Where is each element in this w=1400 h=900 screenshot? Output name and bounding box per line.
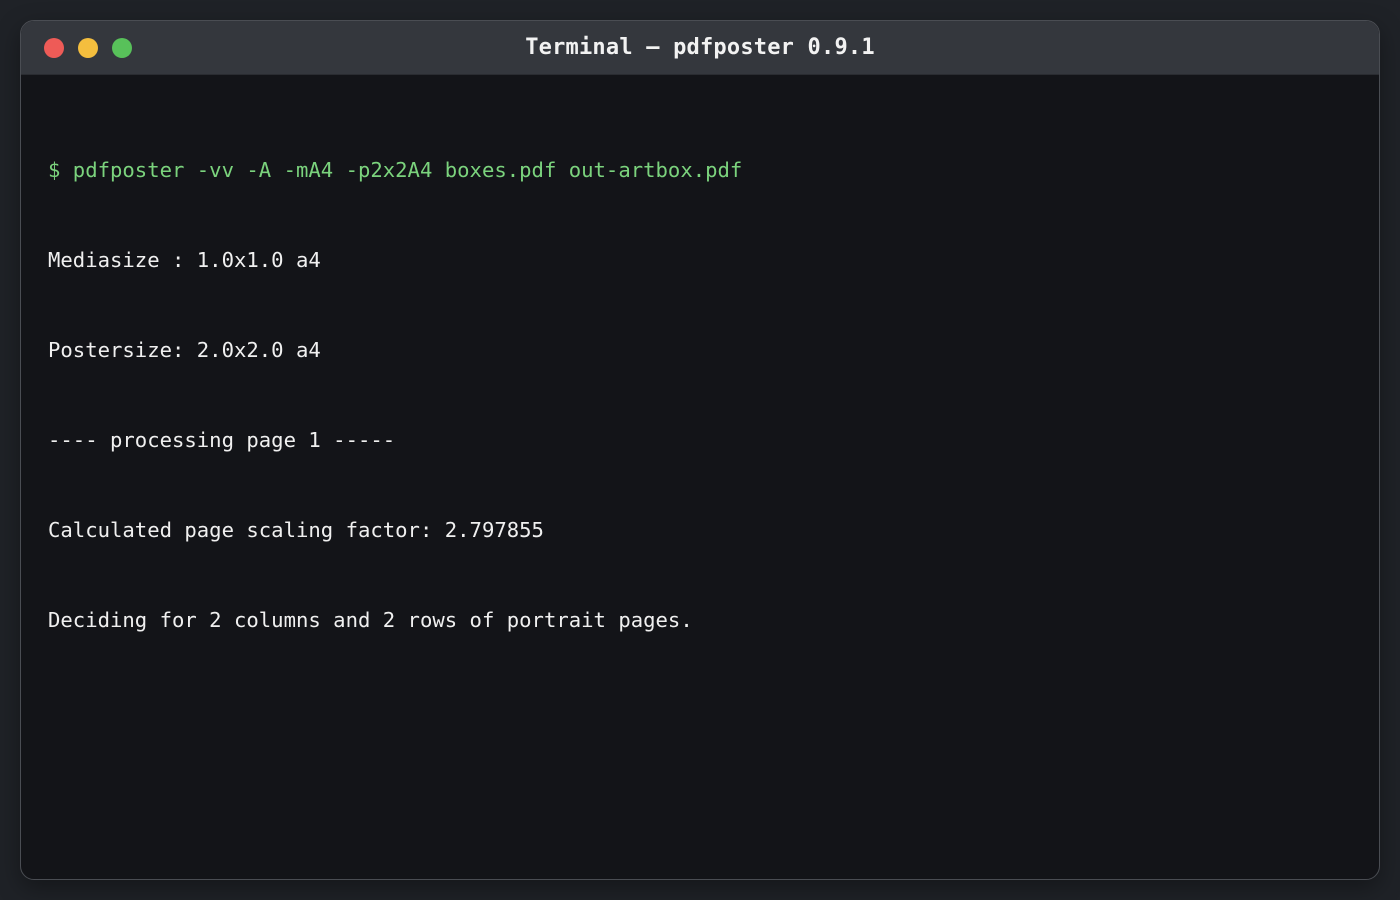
output-line-mediasize: Mediasize : 1.0x1.0 a4 bbox=[48, 248, 321, 272]
window-titlebar[interactable]: Terminal — pdfposter 0.9.1 bbox=[21, 21, 1379, 75]
window-title: Terminal — pdfposter 0.9.1 bbox=[525, 35, 875, 60]
terminal-window: Terminal — pdfposter 0.9.1 $ pdfposter -… bbox=[20, 20, 1380, 880]
output-line-layout-decision: Deciding for 2 columns and 2 rows of por… bbox=[48, 608, 693, 632]
command-line: $ pdfposter -vv -A -mA4 -p2x2A4 boxes.pd… bbox=[48, 158, 743, 182]
output-line-scaling-factor: Calculated page scaling factor: 2.797855 bbox=[48, 518, 544, 542]
terminal-output-area[interactable]: $ pdfposter -vv -A -mA4 -p2x2A4 boxes.pd… bbox=[48, 95, 1359, 859]
output-line-postersize: Postersize: 2.0x2.0 a4 bbox=[48, 338, 321, 362]
output-line-processing-page: ---- processing page 1 ----- bbox=[48, 428, 396, 452]
